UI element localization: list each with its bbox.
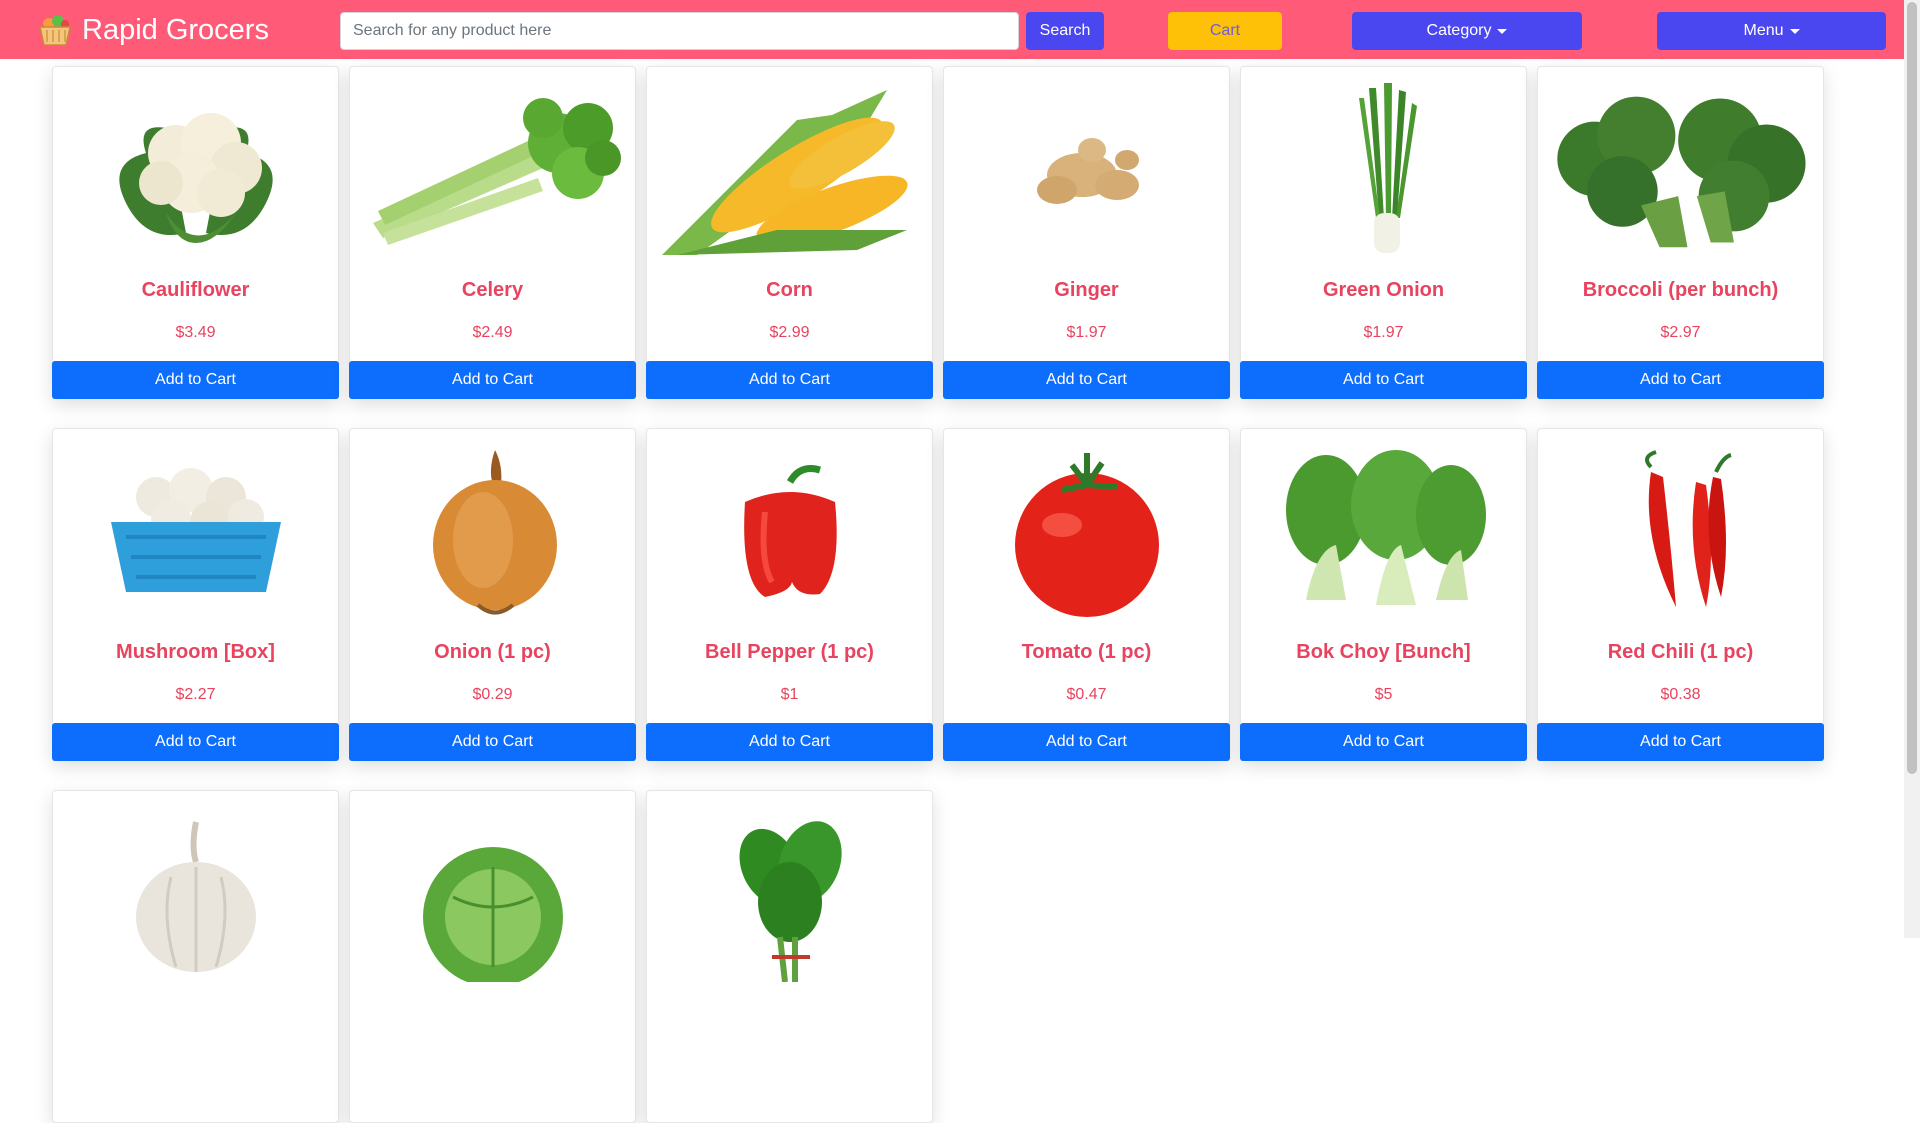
product-card [52,790,339,1123]
red-chili-image[interactable] [1548,437,1813,627]
add-to-cart-button[interactable]: Add to Cart [646,361,933,399]
add-to-cart-button[interactable]: Add to Cart [1537,723,1824,761]
navbar: Rapid Grocers Search Cart Category Menu [0,0,1904,59]
category-label: Category [1426,22,1492,39]
product-card: Cauliflower $3.49 Add to Cart [52,66,339,399]
add-to-cart-button[interactable]: Add to Cart [349,361,636,399]
product-name[interactable]: Mushroom [Box] [53,641,338,664]
product-price: $5 [1374,686,1393,703]
product-price: $0.47 [1066,686,1107,703]
cabbage-image[interactable] [360,799,625,989]
product-price: $1.97 [1066,324,1107,341]
product-price: $2.99 [769,324,810,341]
product-price: $2.27 [175,686,216,703]
onion-image[interactable] [360,437,625,627]
add-to-cart-button[interactable]: Add to Cart [1240,723,1527,761]
tomato-image[interactable] [954,437,1219,627]
bell-pepper-image[interactable] [657,437,922,627]
product-name[interactable]: Green Onion [1241,279,1526,302]
add-to-cart-button[interactable]: Add to Cart [349,723,636,761]
category-dropdown-button[interactable]: Category [1352,12,1582,50]
add-to-cart-button[interactable]: Add to Cart [1537,361,1824,399]
product-card: Onion (1 pc) $0.29 Add to Cart [349,428,636,761]
product-card: Bell Pepper (1 pc) $1 Add to Cart [646,428,933,761]
scrollbar-thumb[interactable] [1907,2,1917,774]
green-onion-image[interactable] [1251,75,1516,265]
product-price: $0.38 [1660,686,1701,703]
add-to-cart-button[interactable]: Add to Cart [943,723,1230,761]
search-button[interactable]: Search [1026,12,1104,50]
product-card [646,790,933,1123]
mushroom-image[interactable] [63,437,328,627]
product-name[interactable]: Celery [350,279,635,302]
vertical-scrollbar[interactable] [1904,0,1920,938]
product-name[interactable]: Ginger [944,279,1229,302]
product-name[interactable]: Corn [647,279,932,302]
bok-choy-image[interactable] [1251,437,1516,627]
product-price: $0.29 [472,686,513,703]
product-price: $2.49 [472,324,513,341]
menu-label: Menu [1743,22,1784,39]
cart-button-label: Cart [1209,22,1241,39]
product-name[interactable]: Bell Pepper (1 pc) [647,641,932,664]
ginger-image[interactable] [954,75,1219,265]
product-name[interactable]: Broccoli (per bunch) [1538,279,1823,302]
add-to-cart-button[interactable]: Add to Cart [1240,361,1527,399]
spinach-image[interactable] [657,799,922,989]
chevron-down-icon [1497,28,1508,34]
product-price: $2.97 [1660,324,1701,341]
product-card: Green Onion $1.97 Add to Cart [1240,66,1527,399]
add-to-cart-button[interactable]: Add to Cart [646,723,933,761]
product-name[interactable]: Onion (1 pc) [350,641,635,664]
celery-image[interactable] [360,75,625,265]
menu-dropdown-button[interactable]: Menu [1657,12,1886,50]
add-to-cart-button[interactable]: Add to Cart [52,361,339,399]
product-name[interactable]: Red Chili (1 pc) [1538,641,1823,664]
product-card: Corn $2.99 Add to Cart [646,66,933,399]
product-price: $1.97 [1363,324,1404,341]
broccoli-image[interactable] [1548,75,1813,265]
search-input[interactable] [340,12,1019,50]
add-to-cart-button[interactable]: Add to Cart [52,723,339,761]
product-name[interactable]: Tomato (1 pc) [944,641,1229,664]
product-card: Celery $2.49 Add to Cart [349,66,636,399]
product-card [349,790,636,1123]
product-price: $1 [780,686,799,703]
product-card: Tomato (1 pc) $0.47 Add to Cart [943,428,1230,761]
cauliflower-image[interactable] [63,75,328,265]
search-button-label: Search [1039,22,1091,39]
product-card: Bok Choy [Bunch] $5 Add to Cart [1240,428,1527,761]
add-to-cart-button[interactable]: Add to Cart [943,361,1230,399]
product-card: Mushroom [Box] $2.27 Add to Cart [52,428,339,761]
brand-name: Rapid Grocers [82,13,269,46]
product-card: Ginger $1.97 Add to Cart [943,66,1230,399]
product-name[interactable]: Cauliflower [53,279,338,302]
brand[interactable]: Rapid Grocers [38,12,269,48]
product-card: Red Chili (1 pc) $0.38 Add to Cart [1537,428,1824,761]
product-name[interactable]: Bok Choy [Bunch] [1241,641,1526,664]
corn-image[interactable] [657,75,922,265]
product-price: $3.49 [175,324,216,341]
garlic-image[interactable] [63,799,328,989]
cart-button[interactable]: Cart [1168,12,1282,50]
basket-logo-icon [39,15,71,46]
chevron-down-icon [1789,28,1800,34]
product-card: Broccoli (per bunch) $2.97 Add to Cart [1537,66,1824,399]
